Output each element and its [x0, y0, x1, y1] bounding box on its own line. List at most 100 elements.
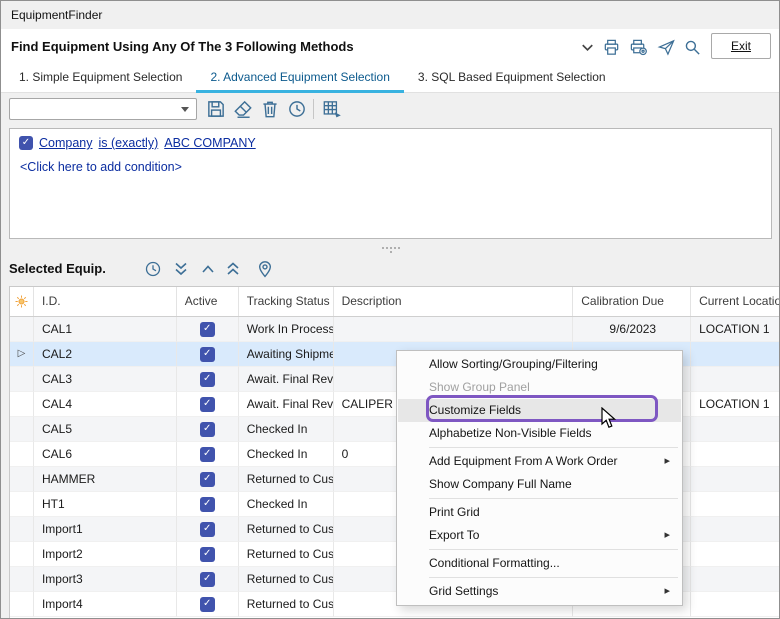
- column-header-description[interactable]: Description: [334, 287, 574, 316]
- cell-current-location: [691, 417, 780, 442]
- header-bar: Find Equipment Using Any Of The 3 Follow…: [1, 29, 780, 65]
- cell-active: [177, 542, 239, 567]
- move-all-down-icon[interactable]: [171, 259, 191, 279]
- cell-tracking-status: Awaiting Shipmen: [239, 342, 334, 367]
- cell-active: [177, 367, 239, 392]
- active-checkbox[interactable]: [200, 547, 215, 562]
- cell-id: Import3: [34, 567, 177, 592]
- tab-simple-equipment-selection[interactable]: 1. Simple Equipment Selection: [5, 65, 196, 93]
- column-header-id[interactable]: I.D.: [34, 287, 177, 316]
- page-title: Find Equipment Using Any Of The 3 Follow…: [11, 39, 354, 54]
- cell-id: CAL4: [34, 392, 177, 417]
- menu-item-show-company-full-name[interactable]: Show Company Full Name: [398, 473, 681, 496]
- cell-active: [177, 467, 239, 492]
- active-checkbox[interactable]: [200, 372, 215, 387]
- cell-description: [334, 317, 574, 342]
- row-indicator: [10, 517, 34, 542]
- location-icon[interactable]: [255, 259, 275, 279]
- history-icon[interactable]: [143, 259, 163, 279]
- search-icon[interactable]: [683, 38, 702, 57]
- cell-active: [177, 567, 239, 592]
- exit-label: Exit: [731, 39, 751, 53]
- move-up-icon[interactable]: [198, 259, 218, 279]
- menu-item-alphabetize-non-visible-fields[interactable]: Alphabetize Non-Visible Fields: [398, 422, 681, 445]
- menu-item-print-grid[interactable]: Print Grid: [398, 501, 681, 524]
- print-options-icon[interactable]: [629, 38, 648, 57]
- cell-current-location: [691, 467, 780, 492]
- cell-tracking-status: Returned to Custo: [239, 542, 334, 567]
- menu-separator: [429, 447, 678, 448]
- cell-tracking-status: Await. Final Reviev: [239, 392, 334, 417]
- window-title: EquipmentFinder: [11, 8, 102, 22]
- cell-tracking-status: Returned to Custo: [239, 517, 334, 542]
- active-checkbox[interactable]: [200, 472, 215, 487]
- menu-item-grid-settings[interactable]: Grid Settings: [398, 580, 681, 603]
- cell-id: Import4: [34, 592, 177, 617]
- grid-icon[interactable]: [321, 98, 343, 120]
- row-indicator: [10, 592, 34, 617]
- save-icon[interactable]: [205, 98, 227, 120]
- menu-item-allow-sorting-grouping-filtering[interactable]: Allow Sorting/Grouping/Filtering: [398, 353, 681, 376]
- clear-icon[interactable]: [232, 98, 254, 120]
- customize-icon[interactable]: [10, 287, 34, 316]
- add-condition-link[interactable]: <Click here to add condition>: [20, 160, 182, 174]
- dropdown-chevron-icon[interactable]: [578, 38, 597, 57]
- tab-advanced-equipment-selection[interactable]: 2. Advanced Equipment Selection: [196, 65, 403, 93]
- active-checkbox[interactable]: [200, 347, 215, 362]
- active-checkbox[interactable]: [200, 497, 215, 512]
- row-indicator: [10, 542, 34, 567]
- move-all-up-icon[interactable]: [223, 259, 243, 279]
- cell-calibration-due: 9/6/2023: [573, 317, 691, 342]
- equipment-finder-window: EquipmentFinder Find Equipment Using Any…: [0, 0, 780, 619]
- active-checkbox[interactable]: [200, 572, 215, 587]
- cell-tracking-status: Returned to Custo: [239, 592, 334, 617]
- cell-active: [177, 492, 239, 517]
- column-header-calibration-due[interactable]: Calibration Due: [573, 287, 691, 316]
- cell-id: CAL2: [34, 342, 177, 367]
- condition-checkbox[interactable]: [19, 136, 33, 150]
- row-indicator: [10, 367, 34, 392]
- menu-item-conditional-formatting[interactable]: Conditional Formatting...: [398, 552, 681, 575]
- menu-item-export-to[interactable]: Export To: [398, 524, 681, 547]
- send-icon[interactable]: [657, 38, 676, 57]
- context-menu: Allow Sorting/Grouping/Filtering Show Gr…: [396, 350, 683, 606]
- condition-operator-link[interactable]: is (exactly): [99, 136, 159, 150]
- saved-filter-combo[interactable]: [9, 98, 197, 120]
- delete-icon[interactable]: [259, 98, 281, 120]
- column-header-active[interactable]: Active: [177, 287, 239, 316]
- active-checkbox[interactable]: [200, 397, 215, 412]
- cell-active: [177, 442, 239, 467]
- active-checkbox[interactable]: [200, 447, 215, 462]
- filter-condition-row: Company is (exactly) ABC COMPANY: [19, 136, 256, 150]
- cell-active: [177, 417, 239, 442]
- condition-field-link[interactable]: Company: [39, 136, 93, 150]
- tab-sql-based-equipment-selection[interactable]: 3. SQL Based Equipment Selection: [404, 65, 620, 93]
- cell-tracking-status: Work In Process: [239, 317, 334, 342]
- active-checkbox[interactable]: [200, 322, 215, 337]
- exit-button[interactable]: Exit: [711, 33, 771, 59]
- history-icon[interactable]: [286, 98, 308, 120]
- column-header-tracking-status[interactable]: Tracking Status: [239, 287, 334, 316]
- table-row[interactable]: CAL1 Work In Process 9/6/2023 LOCATION 1: [10, 317, 780, 342]
- row-indicator: [10, 567, 34, 592]
- active-checkbox[interactable]: [200, 422, 215, 437]
- active-checkbox[interactable]: [200, 522, 215, 537]
- menu-item-add-equipment-from-work-order[interactable]: Add Equipment From A Work Order: [398, 450, 681, 473]
- menu-item-show-group-panel: Show Group Panel: [398, 376, 681, 399]
- cell-id: Import1: [34, 517, 177, 542]
- condition-value-link[interactable]: ABC COMPANY: [164, 136, 255, 150]
- print-icon[interactable]: [602, 38, 621, 57]
- cell-tracking-status: Checked In: [239, 417, 334, 442]
- cell-tracking-status: Checked In: [239, 492, 334, 517]
- row-indicator: [10, 492, 34, 517]
- column-header-current-location[interactable]: Current Location: [691, 287, 780, 316]
- splitter-handle[interactable]: [382, 246, 400, 253]
- filter-condition-panel: Company is (exactly) ABC COMPANY <Click …: [9, 128, 772, 239]
- menu-item-customize-fields[interactable]: Customize Fields: [398, 399, 681, 422]
- cell-id: HT1: [34, 492, 177, 517]
- cell-active: [177, 592, 239, 617]
- menu-separator: [429, 577, 678, 578]
- cell-active: [177, 392, 239, 417]
- filter-toolbar: [1, 93, 780, 126]
- active-checkbox[interactable]: [200, 597, 215, 612]
